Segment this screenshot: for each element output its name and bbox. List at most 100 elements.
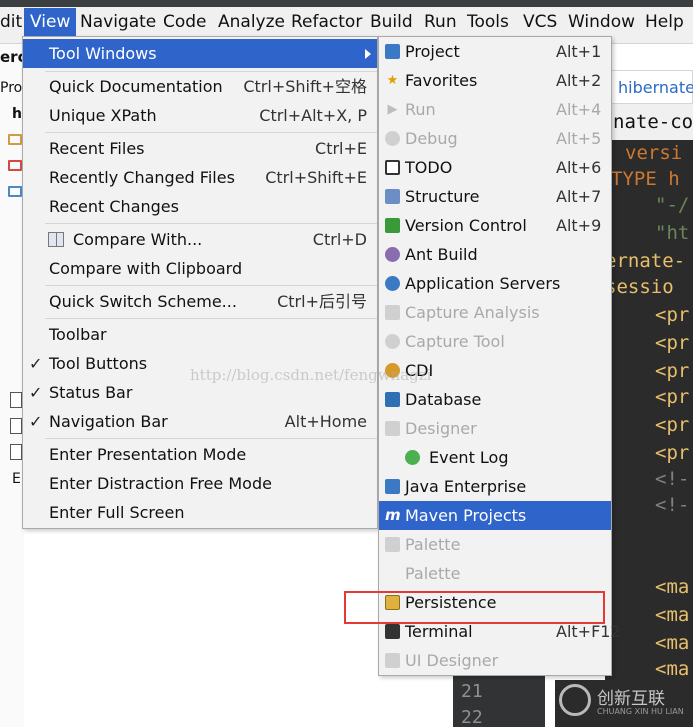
capture-analysis-item: Capture Analysis: [379, 298, 611, 327]
code-line: <ma: [655, 658, 690, 680]
file-icon[interactable]: [10, 418, 22, 434]
quick-switch-scheme-item[interactable]: Quick Switch Scheme... Ctrl+后引号: [23, 287, 377, 316]
menu-build[interactable]: Build: [370, 8, 413, 36]
menu-item-label: Enter Presentation Mode: [49, 445, 247, 464]
line-number: 21: [461, 681, 483, 702]
status-bar-item[interactable]: ✓ Status Bar: [23, 378, 377, 407]
compare-with-clipboard-item[interactable]: Compare with Clipboard: [23, 254, 377, 283]
menu-separator: [45, 318, 377, 319]
project-view-label[interactable]: Pro: [0, 80, 22, 96]
menu-vcs[interactable]: VCS: [523, 8, 557, 36]
menu-item-label: Capture Analysis: [405, 303, 540, 322]
todo-item[interactable]: TODO Alt+6: [379, 153, 611, 182]
menu-run[interactable]: Run: [424, 8, 457, 36]
menu-item-shortcut: Ctrl+Shift+空格: [243, 77, 367, 96]
menu-tools[interactable]: Tools: [467, 8, 509, 36]
application-servers-item[interactable]: Application Servers: [379, 269, 611, 298]
menu-separator: [45, 285, 377, 286]
code-line: <pr: [655, 360, 690, 382]
menu-item-label: Toolbar: [49, 325, 107, 344]
menu-item-label: Java Enterprise: [405, 477, 527, 496]
palette-item: Palette: [379, 559, 611, 588]
designer-item: Designer: [379, 414, 611, 443]
menu-item-label: Recent Changes: [49, 197, 179, 216]
version-control-icon: [385, 218, 400, 233]
compare-with-item[interactable]: Compare With... Ctrl+D: [23, 225, 377, 254]
menu-item-shortcut: Alt+Home: [284, 412, 367, 431]
menu-edit[interactable]: dit: [0, 8, 22, 36]
menu-view[interactable]: View: [24, 8, 77, 36]
menu-item-shortcut: Alt+6: [556, 158, 602, 177]
distraction-free-mode-item[interactable]: Enter Distraction Free Mode: [23, 469, 377, 498]
menu-code[interactable]: Code: [163, 8, 207, 36]
recently-changed-files-item[interactable]: Recently Changed Files Ctrl+Shift+E: [23, 163, 377, 192]
tool-windows-item[interactable]: Tool Windows: [23, 39, 377, 68]
menu-help[interactable]: Help: [645, 8, 684, 36]
palette-icon: [385, 537, 400, 552]
recent-files-item[interactable]: Recent Files Ctrl+E: [23, 134, 377, 163]
full-screen-item[interactable]: Enter Full Screen: [23, 498, 377, 527]
star-icon: ★: [386, 73, 399, 88]
code-line: <!-: [655, 468, 690, 490]
cdi-icon: [385, 363, 400, 378]
maven-projects-item[interactable]: m Maven Projects: [379, 501, 611, 530]
menu-item-label: Quick Documentation: [49, 77, 223, 96]
terminal-item[interactable]: Terminal Alt+F12: [379, 617, 621, 646]
file-icon[interactable]: [10, 444, 22, 460]
menu-item-shortcut: Ctrl+Shift+E: [265, 168, 367, 187]
persistence-item[interactable]: Persistence: [379, 588, 611, 617]
menu-item-label: Terminal: [405, 622, 473, 641]
external-libraries-node[interactable]: E: [12, 471, 21, 487]
project-item[interactable]: Project Alt+1: [379, 37, 611, 66]
menu-item-label: CDI: [405, 361, 434, 380]
menu-item-label: Debug: [405, 129, 458, 148]
code-line: <pr: [655, 332, 690, 354]
navigation-bar-item[interactable]: ✓ Navigation Bar Alt+Home: [23, 407, 377, 436]
presentation-mode-item[interactable]: Enter Presentation Mode: [23, 440, 377, 469]
folder-icon[interactable]: [8, 134, 22, 145]
folder-icon[interactable]: [8, 186, 22, 197]
menu-window[interactable]: Window: [568, 8, 635, 36]
menu-item-label: Quick Switch Scheme...: [49, 292, 237, 311]
cdi-item[interactable]: CDI: [379, 356, 611, 385]
menu-item-shortcut: Ctrl+后引号: [277, 292, 367, 311]
run-icon: ▶: [387, 102, 398, 117]
database-item[interactable]: Database: [379, 385, 611, 414]
todo-icon: [385, 160, 400, 175]
toolbar-item[interactable]: Toolbar: [23, 320, 377, 349]
capture-tool-icon: [385, 334, 400, 349]
menu-analyze[interactable]: Analyze: [218, 8, 285, 36]
menu-item-label: Maven Projects: [405, 506, 527, 525]
maven-icon: m: [385, 506, 401, 524]
unique-xpath-item[interactable]: Unique XPath Ctrl+Alt+X, P: [23, 101, 377, 130]
code-line: <ma: [655, 576, 690, 598]
project-root-node[interactable]: h: [12, 106, 22, 122]
capture-analysis-icon: [385, 305, 400, 320]
menu-item-label: Ant Build: [405, 245, 478, 264]
structure-item[interactable]: Structure Alt+7: [379, 182, 611, 211]
editor-tab[interactable]: hibernate.: [605, 70, 693, 104]
ant-build-item[interactable]: Ant Build: [379, 240, 611, 269]
menu-item-label: TODO: [405, 158, 453, 177]
recent-changes-item[interactable]: Recent Changes: [23, 192, 377, 221]
database-icon: [385, 392, 400, 407]
menu-refactor[interactable]: Refactor: [291, 8, 362, 36]
java-enterprise-icon: [385, 479, 400, 494]
terminal-icon: [385, 624, 400, 639]
tool-buttons-item[interactable]: ✓ Tool Buttons: [23, 349, 377, 378]
event-log-item[interactable]: Event Log: [379, 443, 611, 472]
project-icon: [385, 44, 400, 59]
code-line: <ma: [655, 632, 690, 654]
menu-navigate[interactable]: Navigate: [80, 8, 156, 36]
tool-windows-submenu: Project Alt+1 ★ Favorites Alt+2 ▶ Run Al…: [378, 36, 621, 676]
menu-item-label: Version Control: [405, 216, 527, 235]
menu-item-label: Palette: [405, 535, 461, 554]
file-icon[interactable]: [10, 392, 22, 408]
favorites-item[interactable]: ★ Favorites Alt+2: [379, 66, 611, 95]
code-line: TYPE h: [611, 168, 680, 190]
java-enterprise-item[interactable]: Java Enterprise: [379, 472, 611, 501]
menu-item-label: Persistence: [405, 593, 497, 612]
version-control-item[interactable]: Version Control Alt+9: [379, 211, 611, 240]
folder-icon[interactable]: [8, 160, 22, 171]
quick-documentation-item[interactable]: Quick Documentation Ctrl+Shift+空格: [23, 72, 377, 101]
